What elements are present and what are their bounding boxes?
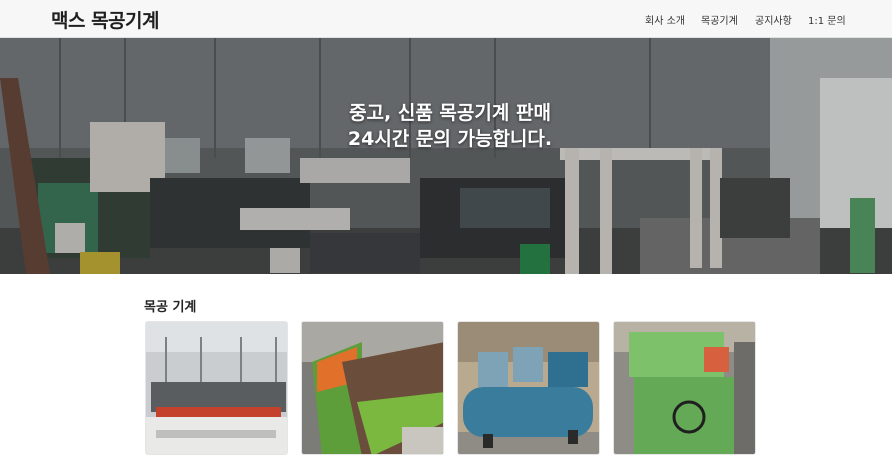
green-sanding-machine-photo — [302, 322, 443, 454]
hero-line-2: 24시간 문의 가능합니다. — [347, 128, 553, 150]
product-card-2[interactable] — [301, 321, 444, 455]
green-planer-machine-photo — [614, 322, 755, 454]
blue-air-compressor-photo — [458, 322, 599, 454]
woodworking-machine-line-photo — [146, 322, 287, 454]
section-title: 목공 기계 — [144, 300, 197, 315]
nav-link-machines[interactable]: 목공기계 — [701, 12, 738, 27]
nav-link-inquiry[interactable]: 1:1 문의 — [808, 12, 846, 27]
main-nav: 회사 소개 목공기계 공지사항 1:1 문의 — [0, 0, 892, 38]
top-navbar: 맥스 목공기계 회사 소개 목공기계 공지사항 1:1 문의 — [0, 0, 892, 38]
product-card-3[interactable] — [457, 321, 600, 455]
nav-link-company[interactable]: 회사 소개 — [645, 12, 685, 27]
hero-headline: 중고, 신품 목공기계 판매 24시간 문의 가능합니다. — [0, 100, 892, 152]
product-card-4[interactable] — [613, 321, 756, 455]
hero-banner: 중고, 신품 목공기계 판매 24시간 문의 가능합니다. — [0, 38, 892, 274]
product-card-1[interactable] — [145, 321, 288, 455]
nav-link-notices[interactable]: 공지사항 — [755, 12, 792, 27]
hero-line-1: 중고, 신품 목공기계 판매 — [349, 102, 551, 124]
hero-workshop-image — [0, 38, 892, 274]
